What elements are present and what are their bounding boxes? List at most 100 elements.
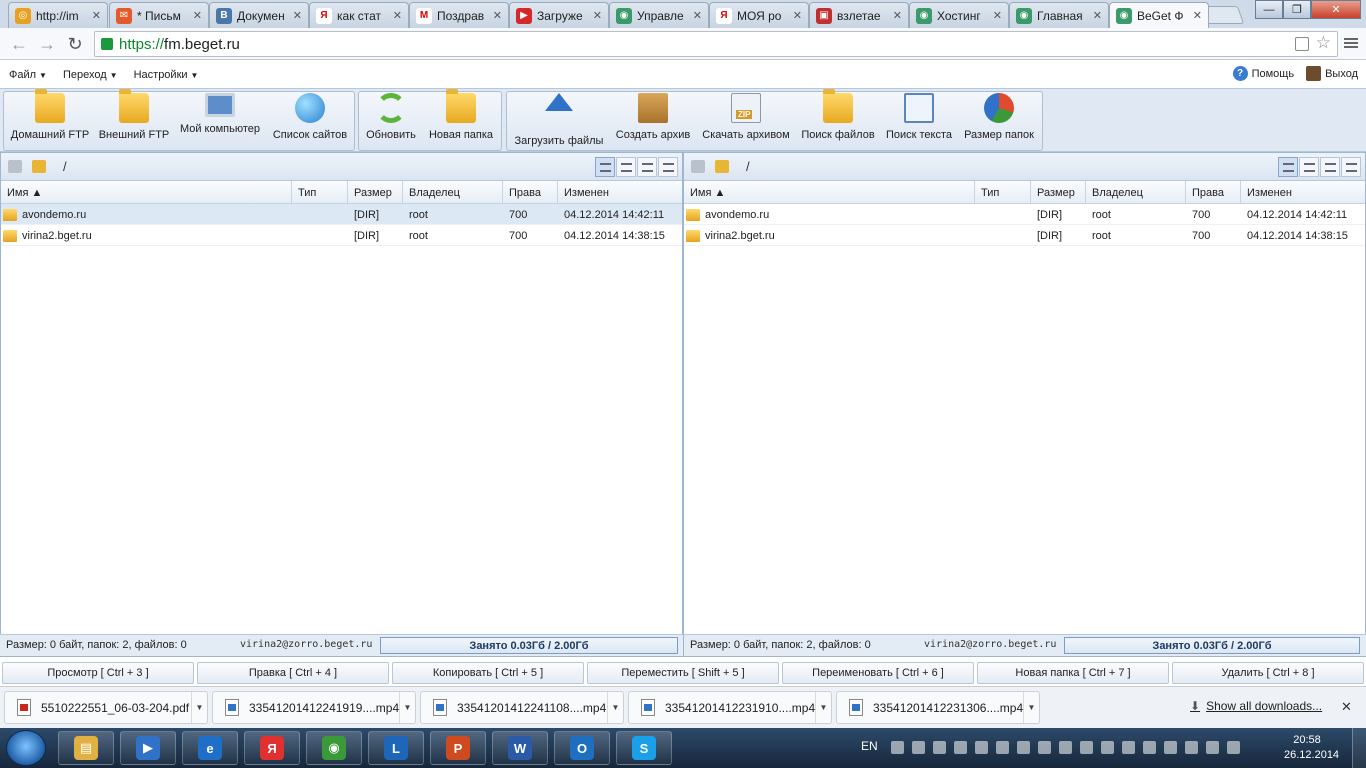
table-row[interactable]: virina2.bget.ru [DIR] root 700 04.12.201…: [1, 225, 682, 246]
tray-icon[interactable]: [1185, 741, 1198, 754]
view-details-button[interactable]: [616, 157, 636, 177]
bookmark-star-icon[interactable]: ☆: [1316, 33, 1331, 53]
tray-icon[interactable]: [996, 741, 1009, 754]
view-details-button[interactable]: [1299, 157, 1319, 177]
tab-close-icon[interactable]: ✕: [993, 9, 1002, 22]
tray-icon[interactable]: [1080, 741, 1093, 754]
view-list-button[interactable]: [595, 157, 615, 177]
browser-tab[interactable]: ◎ http://im ✕: [8, 2, 108, 28]
create-archive-button[interactable]: Создать архив: [612, 93, 694, 147]
taskbar-app-skype[interactable]: S: [616, 731, 672, 765]
col-perms[interactable]: Права: [1186, 181, 1241, 204]
search-files-button[interactable]: Поиск файлов: [798, 89, 878, 147]
show-desktop-button[interactable]: [1352, 728, 1366, 768]
home-folder-icon[interactable]: [715, 160, 729, 173]
col-size[interactable]: Размер: [1031, 181, 1086, 204]
language-indicator[interactable]: EN: [861, 739, 878, 753]
chevron-down-icon[interactable]: ▼: [191, 692, 207, 723]
forward-button[interactable]: →: [36, 33, 58, 55]
printer-icon[interactable]: [8, 160, 22, 173]
view-large-icons-button[interactable]: [658, 157, 678, 177]
taskbar-app-media[interactable]: ▶: [120, 731, 176, 765]
translate-icon[interactable]: [1295, 37, 1309, 51]
browser-tab[interactable]: ◉ Управле ✕: [609, 2, 709, 28]
col-name[interactable]: Имя ▲: [684, 181, 975, 204]
menu-go[interactable]: Переход ▼: [54, 69, 125, 81]
maximize-button[interactable]: ❐: [1283, 0, 1311, 19]
edit-file-button[interactable]: Правка [ Ctrl + 4 ]: [197, 662, 389, 684]
tab-close-icon[interactable]: ✕: [1093, 9, 1102, 22]
tab-close-icon[interactable]: ✕: [893, 9, 902, 22]
taskbar-app-chrome[interactable]: ◉: [306, 731, 362, 765]
col-perms[interactable]: Права: [503, 181, 558, 204]
folder-size-button[interactable]: Размер папок: [960, 93, 1038, 147]
browser-tab[interactable]: ◉ Хостинг ✕: [909, 2, 1009, 28]
tab-close-icon[interactable]: ✕: [1193, 9, 1202, 22]
browser-tab[interactable]: ▶ Загруже ✕: [509, 2, 609, 28]
tab-close-icon[interactable]: ✕: [493, 9, 502, 22]
view-large-icons-button[interactable]: [1341, 157, 1361, 177]
browser-tab[interactable]: Я МОЯ ро ✕: [709, 2, 809, 28]
col-type[interactable]: Тип: [975, 181, 1031, 204]
browser-tab[interactable]: Якак стат ✕: [309, 2, 409, 28]
tab-close-icon[interactable]: ✕: [393, 9, 402, 22]
view-small-icons-button[interactable]: [637, 157, 657, 177]
tray-icon[interactable]: [1059, 741, 1072, 754]
upload-files-button[interactable]: Загрузить файлы: [512, 93, 606, 147]
tray-icon[interactable]: [975, 741, 988, 754]
browser-tab[interactable]: M Поздрав ✕: [409, 2, 509, 28]
new-folder-button[interactable]: Новая папка: [426, 89, 496, 147]
browser-tab[interactable]: ▣ взлетае ✕: [809, 2, 909, 28]
tab-close-icon[interactable]: ✕: [92, 9, 101, 22]
my-computer-button[interactable]: Мой компьютер: [176, 93, 264, 147]
start-button[interactable]: [6, 730, 46, 766]
printer-icon[interactable]: [691, 160, 705, 173]
download-item[interactable]: 33541201412231306....mp4 ▼: [836, 691, 1040, 724]
rename-button[interactable]: Переименовать [ Ctrl + 6 ]: [782, 662, 974, 684]
minimize-button[interactable]: —: [1255, 0, 1283, 19]
download-item[interactable]: 5510222551_06-03-204.pdf ▼: [4, 691, 208, 724]
chevron-down-icon[interactable]: ▼: [815, 692, 831, 723]
tray-icon[interactable]: [891, 741, 904, 754]
address-bar[interactable]: https://fm.beget.ru ☆: [94, 31, 1338, 57]
download-item[interactable]: 33541201412241108....mp4 ▼: [420, 691, 624, 724]
tab-close-icon[interactable]: ✕: [693, 9, 702, 22]
tray-icon[interactable]: [1206, 741, 1219, 754]
help-link[interactable]: ? Помощь: [1232, 66, 1294, 81]
browser-tab[interactable]: ✉ * Письм ✕: [109, 2, 209, 28]
taskbar-app-ie[interactable]: e: [182, 731, 238, 765]
col-name[interactable]: Имя ▲: [1, 181, 292, 204]
tray-icon[interactable]: [1143, 741, 1156, 754]
home-folder-icon[interactable]: [32, 160, 46, 173]
menu-settings[interactable]: Настройки ▼: [125, 69, 206, 81]
download-zip-button[interactable]: Скачать архивом: [700, 93, 792, 147]
tray-icon[interactable]: [1017, 741, 1030, 754]
taskbar-app-lync[interactable]: L: [368, 731, 424, 765]
tray-icon[interactable]: [933, 741, 946, 754]
col-size[interactable]: Размер: [348, 181, 403, 204]
col-type[interactable]: Тип: [292, 181, 348, 204]
chrome-menu-icon[interactable]: [1344, 36, 1358, 52]
tray-icon[interactable]: [1122, 741, 1135, 754]
tray-icon[interactable]: [954, 741, 967, 754]
delete-button[interactable]: Удалить [ Ctrl + 8 ]: [1172, 662, 1364, 684]
chevron-down-icon[interactable]: ▼: [399, 692, 415, 723]
site-list-button[interactable]: Список сайтов: [268, 93, 352, 147]
table-row[interactable]: avondemo.ru [DIR] root 700 04.12.2014 14…: [1, 204, 682, 225]
taskbar-app-yandex[interactable]: Я: [244, 731, 300, 765]
table-row[interactable]: avondemo.ru [DIR] root 700 04.12.2014 14…: [684, 204, 1365, 225]
exit-link[interactable]: Выход: [1306, 66, 1358, 81]
col-modified[interactable]: Изменен: [1241, 181, 1365, 204]
tab-close-icon[interactable]: ✕: [593, 9, 602, 22]
tray-icon[interactable]: [1164, 741, 1177, 754]
home-ftp-button[interactable]: Домашний FTP: [8, 89, 92, 147]
col-owner[interactable]: Владелец: [1086, 181, 1186, 204]
back-button[interactable]: ←: [8, 33, 30, 55]
close-downloads-icon[interactable]: ✕: [1341, 699, 1352, 715]
tray-icon[interactable]: [1038, 741, 1051, 754]
menu-file[interactable]: Файл ▼: [0, 69, 54, 81]
download-item[interactable]: 33541201412231910....mp4 ▼: [628, 691, 832, 724]
browser-tab[interactable]: B Докумен ✕: [209, 2, 309, 28]
external-ftp-button[interactable]: Внешний FTP: [96, 89, 172, 147]
taskbar-app-word[interactable]: W: [492, 731, 548, 765]
